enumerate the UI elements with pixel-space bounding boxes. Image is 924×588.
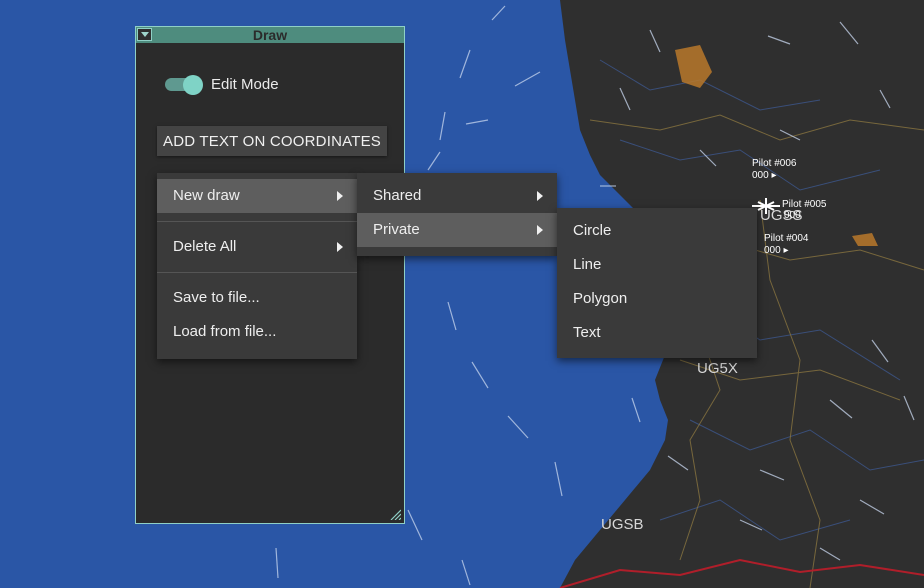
- svg-text:UG5X: UG5X: [697, 360, 738, 377]
- submenu-new-draw: Shared Private: [357, 173, 557, 256]
- menu-item-line[interactable]: Line: [557, 248, 757, 282]
- panel-title: Draw: [252, 27, 288, 43]
- svg-text:000 ▸: 000 ▸: [752, 170, 776, 181]
- submenu-private: Circle Line Polygon Text: [557, 208, 757, 358]
- airport-label-ug5x[interactable]: UG5X: [697, 360, 738, 377]
- svg-text:Pilot #004: Pilot #004: [764, 233, 809, 244]
- svg-text:Pilot #006: Pilot #006: [752, 158, 797, 169]
- svg-text:Pilot #005: Pilot #005: [782, 199, 827, 210]
- edit-mode-label: Edit Mode: [211, 75, 279, 93]
- menu-separator: [157, 221, 357, 222]
- svg-text:UGSB: UGSB: [601, 516, 644, 533]
- menu-item-new-draw[interactable]: New draw: [157, 179, 357, 213]
- edit-mode-row: Edit Mode: [165, 75, 279, 95]
- menu-item-shared[interactable]: Shared: [357, 179, 557, 213]
- menu-item-load-from-file[interactable]: Load from file...: [157, 315, 357, 349]
- menu-item-private[interactable]: Private: [357, 213, 557, 247]
- menu-item-label: Delete All: [173, 238, 237, 255]
- edit-mode-toggle[interactable]: [165, 75, 203, 95]
- collapse-icon[interactable]: [137, 28, 152, 41]
- chevron-right-icon: [337, 191, 343, 201]
- menu-item-label: New draw: [173, 187, 240, 204]
- menu-item-label: Line: [573, 256, 602, 273]
- toggle-thumb: [183, 75, 203, 95]
- menu-item-label: Polygon: [573, 290, 628, 307]
- menu-item-label: Private: [373, 221, 420, 238]
- menu-item-save-to-file[interactable]: Save to file...: [157, 281, 357, 315]
- chevron-right-icon: [337, 242, 343, 252]
- menu-item-label: Shared: [373, 187, 422, 204]
- panel-header[interactable]: Draw: [136, 27, 404, 43]
- context-menu-main: New draw Delete All Save to file... Load…: [157, 173, 357, 359]
- menu-item-label: Save to file...: [173, 289, 260, 306]
- svg-text:000: 000: [784, 210, 801, 221]
- chevron-right-icon: [537, 225, 543, 235]
- airport-label-ugsb[interactable]: UGSB: [601, 516, 644, 533]
- menu-item-label: Text: [573, 324, 601, 341]
- menu-item-delete-all[interactable]: Delete All: [157, 230, 357, 264]
- menu-item-text[interactable]: Text: [557, 316, 757, 350]
- menu-item-label: Circle: [573, 222, 612, 239]
- chevron-right-icon: [537, 191, 543, 201]
- menu-item-circle[interactable]: Circle: [557, 214, 757, 248]
- menu-item-label: Load from file...: [173, 323, 277, 340]
- add-text-on-coordinates-button[interactable]: ADD TEXT ON COORDINATES: [157, 126, 387, 156]
- svg-text:000 ▸: 000 ▸: [764, 245, 788, 256]
- menu-item-polygon[interactable]: Polygon: [557, 282, 757, 316]
- menu-separator: [157, 272, 357, 273]
- resize-grip-icon[interactable]: [389, 508, 401, 520]
